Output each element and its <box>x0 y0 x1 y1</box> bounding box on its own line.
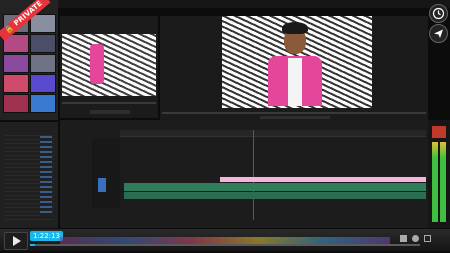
volume-icon[interactable] <box>400 235 407 242</box>
meter-left <box>432 142 438 222</box>
progress-track[interactable] <box>30 244 420 246</box>
project-panel <box>0 122 58 228</box>
thumbnail[interactable] <box>30 34 56 53</box>
thumbnail[interactable] <box>30 54 56 73</box>
timecode-badge: 1:22:13 <box>30 231 63 241</box>
play-icon <box>13 236 21 246</box>
thumbnail[interactable] <box>30 74 56 93</box>
project-list-icons <box>40 136 52 216</box>
program-playhead-bar[interactable] <box>162 112 426 114</box>
thumbnail[interactable] <box>3 54 29 73</box>
audio-meter <box>428 120 450 228</box>
timeline-panel <box>60 120 430 228</box>
meter-peak <box>432 126 446 138</box>
lock-icon: 🔒 <box>3 23 16 36</box>
track-target-buttons[interactable] <box>98 178 106 192</box>
clock-icon[interactable] <box>429 4 448 23</box>
thumbnail[interactable] <box>3 94 29 113</box>
source-monitor <box>60 16 158 118</box>
video-clip[interactable] <box>220 177 426 182</box>
player-controls-icons[interactable] <box>400 235 444 243</box>
playhead[interactable] <box>253 130 254 220</box>
meter-right <box>440 142 446 222</box>
video-player-bar: 1:22:13 <box>0 229 450 251</box>
progress-fill <box>30 244 35 246</box>
audio-track[interactable] <box>124 183 426 191</box>
settings-icon[interactable] <box>412 235 419 242</box>
thumbnail[interactable] <box>30 14 56 33</box>
menu-bar <box>0 0 450 8</box>
thumbnail[interactable] <box>3 74 29 93</box>
source-video-frame <box>62 34 156 96</box>
program-monitor <box>160 16 428 120</box>
audio-track[interactable] <box>124 192 426 199</box>
dock-strip <box>60 237 390 244</box>
program-video-frame <box>222 16 372 108</box>
subject-tshirt <box>288 58 302 106</box>
source-playhead-bar[interactable] <box>62 102 156 104</box>
track-headers <box>92 138 120 208</box>
play-button[interactable] <box>4 232 28 250</box>
timeline-ruler[interactable] <box>120 130 426 137</box>
send-icon[interactable] <box>429 24 448 43</box>
fullscreen-icon[interactable] <box>424 235 431 242</box>
program-transport-controls[interactable] <box>260 116 330 119</box>
subject-hair <box>282 22 308 34</box>
thumbnail[interactable] <box>30 94 56 113</box>
source-transport-controls[interactable] <box>90 110 130 114</box>
subject-figure <box>90 44 104 84</box>
